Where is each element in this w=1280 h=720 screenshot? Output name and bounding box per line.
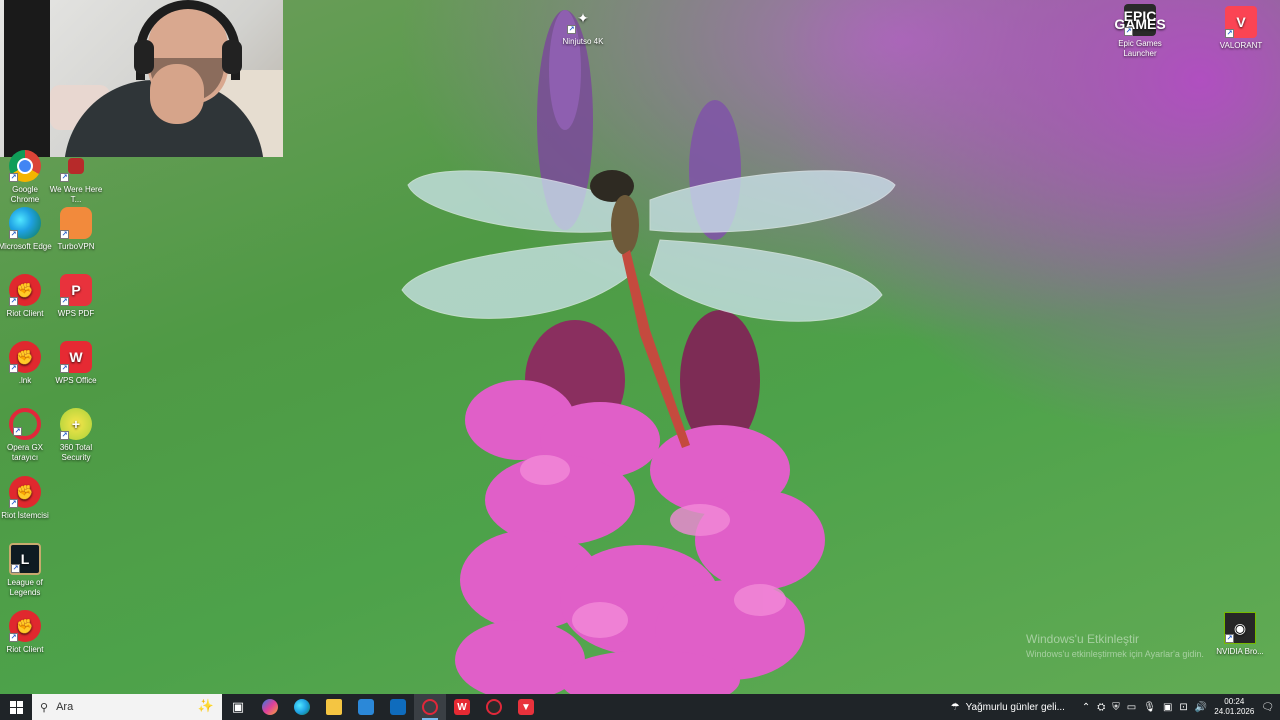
taskbar-app-dark[interactable] xyxy=(478,694,510,720)
webcam-overlay xyxy=(0,0,283,157)
app-icon xyxy=(486,699,502,715)
league-icon: L ↗ xyxy=(9,543,41,575)
camera-icon[interactable]: ▣ xyxy=(1163,702,1172,713)
opera-icon xyxy=(422,699,438,715)
sparkle-icon: ✨ xyxy=(197,698,214,713)
valorant-icon: V ↗ xyxy=(1225,6,1257,38)
tray-app-icon[interactable]: ⛭ xyxy=(1097,702,1105,713)
wps-pdf-icon: P ↗ xyxy=(60,274,92,306)
start-button[interactable] xyxy=(0,694,32,720)
taskbar-outlook[interactable] xyxy=(382,694,414,720)
chrome-icon: ↗ xyxy=(9,150,41,182)
activation-watermark: Windows'u Etkinleştir Windows'u etkinleş… xyxy=(1026,632,1204,659)
desktop-icon-google-chrome[interactable]: ↗ Google Chrome xyxy=(0,150,52,205)
activation-subtitle: Windows'u etkinleştirmek için Ayarlar'a … xyxy=(1026,649,1204,659)
weather-widget[interactable]: ☂ Yağmurlu günler geli... xyxy=(951,702,1065,713)
epic-icon: EPIC GAMES ↗ xyxy=(1114,4,1166,36)
desktop-icon-riot-client-2[interactable]: ↗ Riot Client xyxy=(0,610,52,655)
taskbar-wps-office[interactable]: W xyxy=(446,694,478,720)
taskbar-store[interactable] xyxy=(350,694,382,720)
riot-icon: ↗ xyxy=(9,476,41,508)
game-icon: ↗ xyxy=(60,150,92,182)
mail-icon xyxy=(390,699,406,715)
desktop-icon-epic-games[interactable]: EPIC GAMES ↗ Epic Games Launcher xyxy=(1113,4,1167,59)
wps-pdf-icon: ▼ xyxy=(518,699,534,715)
activation-title: Windows'u Etkinleştir xyxy=(1026,632,1139,646)
desktop-icon-turbovpn[interactable]: ↗ TurboVPN xyxy=(49,207,103,252)
desktop-icon-valorant[interactable]: V ↗ VALORANT xyxy=(1214,6,1268,51)
folder-icon xyxy=(326,699,342,715)
chevron-up-icon[interactable]: ⌃ xyxy=(1082,702,1090,713)
microphone-icon[interactable]: 🎙 xyxy=(1143,702,1156,713)
desktop-icon-riot-client[interactable]: ↗ Riot Client xyxy=(0,274,52,319)
opera-icon: ↗ xyxy=(9,408,41,440)
system-tray: ☂ Yağmurlu günler geli... ⌃ ⛭ ⛨ ▭ 🎙 ▣ ⊡ … xyxy=(951,694,1280,720)
network-icon[interactable]: ⊡ xyxy=(1179,702,1187,713)
edge-icon xyxy=(294,699,310,715)
shield-icon[interactable]: ⛨ xyxy=(1112,702,1120,713)
desktop-icon-microsoft-edge[interactable]: ↗ Microsoft Edge xyxy=(0,207,52,252)
security-icon: + ↗ xyxy=(60,408,92,440)
desktop-icon-lnk[interactable]: ↗ .lnk xyxy=(0,341,52,386)
nvidia-icon: ◉ ↗ xyxy=(1224,612,1256,644)
task-view-button[interactable]: ▣ xyxy=(222,694,254,720)
copilot-icon xyxy=(262,699,278,715)
weather-text: Yağmurlu günler geli... xyxy=(965,701,1065,713)
edge-icon: ↗ xyxy=(9,207,41,239)
notification-icon[interactable]: 🗨 xyxy=(1261,702,1274,713)
desktop-icon-opera-gx[interactable]: ↗ Opera GX tarayıcı xyxy=(0,408,52,463)
turbovpn-icon: ↗ xyxy=(60,207,92,239)
volume-icon[interactable]: 🔊 xyxy=(1195,702,1207,713)
desktop-icon-we-were-here[interactable]: ↗ We Were Here T... xyxy=(49,150,103,205)
taskbar-search[interactable]: ⚲ Ara ✨ xyxy=(32,694,222,720)
desktop-icon-wps-office[interactable]: W ↗ WPS Office xyxy=(49,341,103,386)
search-input[interactable]: Ara xyxy=(56,701,73,713)
clock-time: 00:24 xyxy=(1224,697,1245,706)
desktop-icon-riot-istemcisi[interactable]: ↗ Riot İstemcisi xyxy=(0,476,52,521)
desktop-icon-ninjutso[interactable]: ✦ ↗ Ninjutso 4K xyxy=(556,2,610,47)
riot-icon: ↗ xyxy=(9,274,41,306)
taskbar-wps-pdf[interactable]: ▼ xyxy=(510,694,542,720)
wps-office-icon: W xyxy=(454,699,470,715)
rain-cloud-icon: ☂ xyxy=(950,701,960,713)
desktop-icon-360-total-security[interactable]: + ↗ 360 Total Security xyxy=(49,408,103,463)
windows-logo-icon xyxy=(9,700,23,714)
taskbar-edge[interactable] xyxy=(286,694,318,720)
pink-blossoms xyxy=(455,380,825,694)
taskbar: ⚲ Ara ✨ ▣ W ▼ ☂ Yağmurlu günler geli... … xyxy=(0,694,1280,720)
taskbar-opera-gx[interactable] xyxy=(414,694,446,720)
clock-date: 24.01.2026 xyxy=(1214,707,1255,716)
desktop-icon-nvidia[interactable]: ◉ ↗ NVIDIA Bro... xyxy=(1213,612,1267,657)
riot-icon: ↗ xyxy=(9,341,41,373)
taskbar-clock[interactable]: 00:24 24.01.2026 xyxy=(1214,697,1254,717)
desktop-icon-wps-pdf[interactable]: P ↗ WPS PDF xyxy=(49,274,103,319)
riot-icon: ↗ xyxy=(9,610,41,642)
taskbar-copilot[interactable] xyxy=(254,694,286,720)
desktop-icon-league-of-legends[interactable]: L ↗ League of Legends xyxy=(0,543,52,598)
search-icon: ⚲ xyxy=(40,701,49,714)
display-icon[interactable]: ▭ xyxy=(1127,702,1136,713)
ninjutso-icon: ✦ ↗ xyxy=(567,10,589,34)
wps-office-icon: W ↗ xyxy=(60,341,92,373)
store-icon xyxy=(358,699,374,715)
task-view-icon: ▣ xyxy=(231,699,245,714)
taskbar-file-explorer[interactable] xyxy=(318,694,350,720)
